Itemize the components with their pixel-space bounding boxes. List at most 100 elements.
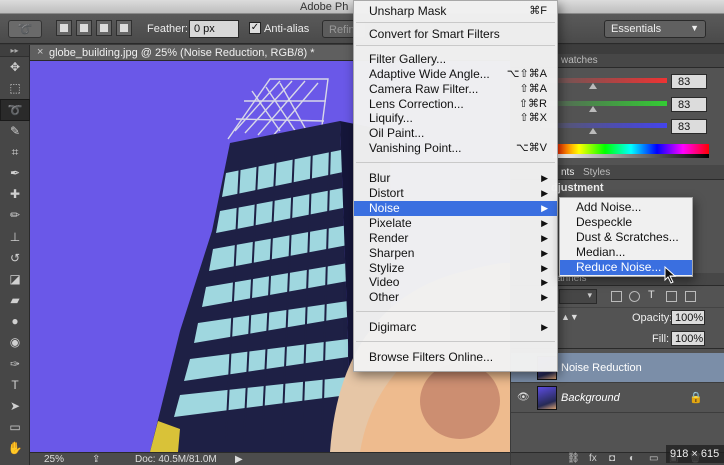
submenu-arrow-icon: ▶ [541,218,548,228]
close-icon[interactable]: × [37,46,43,58]
submenu-item-dust-scratches[interactable]: Dust & Scratches... [560,230,692,245]
color-spectrum[interactable] [553,144,709,154]
red-slider[interactable] [541,78,667,83]
adjustments-heading: djustment [551,182,604,194]
feather-label: Feather: [147,23,188,35]
intersect-selection-button[interactable] [116,20,132,36]
green-value[interactable]: 83 [671,97,707,112]
link-layers-icon[interactable]: ⛓ [567,453,580,464]
menu-item-video[interactable]: Video ▶ [354,275,557,290]
quick-select-tool-icon[interactable]: ✎ [0,121,30,142]
adjustment-filter-icon[interactable] [629,291,640,302]
layer-row-background[interactable]: 👁 Background 🔒 [511,383,724,413]
green-slider[interactable] [541,101,667,106]
type-filter-icon[interactable]: T [648,290,659,302]
adjustments-tab[interactable]: nts [561,167,574,178]
blue-slider[interactable] [541,123,667,128]
submenu-item-despeckle[interactable]: Despeckle [560,215,692,230]
opacity-input[interactable]: 100% [671,310,705,325]
zoom-level[interactable]: 25% [44,454,64,465]
layer-mask-icon[interactable]: ◘ [609,453,615,464]
anti-alias-checkbox[interactable]: ✓ [249,22,261,34]
pen-tool-icon[interactable]: ✑ [0,354,30,375]
smart-object-filter-icon[interactable] [685,291,696,302]
filter-kind-dropdown[interactable]: ▾ [559,289,597,304]
eyedropper-tool-icon[interactable]: ✒ [0,163,30,184]
shape-filter-icon[interactable] [666,291,677,302]
subtract-selection-button[interactable] [96,20,112,36]
menu-item-camera-raw-filter[interactable]: Camera Raw Filter... ⇧⌘A [354,82,557,97]
blur-tool-icon[interactable]: ● [0,311,30,332]
grayscale-ramp[interactable] [553,154,709,158]
adjustment-layer-icon[interactable]: ◐ [629,453,635,464]
menu-item-browse-filters-online[interactable]: Browse Filters Online... [354,350,557,365]
fill-input[interactable]: 100% [671,331,705,346]
blue-value[interactable]: 83 [671,119,707,134]
layer-style-icon[interactable]: fx [589,453,597,464]
menu-separator [356,45,555,46]
lasso-tool-icon[interactable]: ➰ [0,99,30,121]
path-selection-tool-icon[interactable]: ➤ [0,396,30,417]
menu-item-blur[interactable]: Blur ▶ [354,171,557,186]
share-icon[interactable]: ⇪ [92,454,100,465]
group-icon[interactable]: ▭ [649,453,658,464]
add-selection-icon [80,24,88,32]
history-brush-tool-icon[interactable]: ↺ [0,248,30,269]
shape-tool-icon[interactable]: ▭ [0,417,30,438]
add-selection-button[interactable] [76,20,92,36]
menu-separator [356,162,555,163]
menu-item-liquify[interactable]: Liquify... ⇧⌘X [354,111,557,126]
lasso-tool-preset-button[interactable]: ➰ [8,20,42,38]
gradient-tool-icon[interactable]: ▰ [0,290,30,311]
menu-item-convert-smart-filters[interactable]: Convert for Smart Filters [354,27,557,42]
marquee-tool-icon[interactable]: ⬚ [0,78,30,99]
clone-stamp-tool-icon[interactable]: ⊥ [0,227,30,248]
menu-item-stylize[interactable]: Stylize ▶ [354,261,557,276]
red-slider-knob[interactable] [589,83,597,89]
blend-mode-dropdown[interactable]: ▲▼ [561,312,579,322]
menu-item-lens-correction[interactable]: Lens Correction... ⇧⌘R [354,97,557,112]
document-title: globe_building.jpg @ 25% (Noise Reductio… [49,47,315,59]
hand-tool-icon[interactable]: ✋ [0,438,30,459]
menu-item-vanishing-point[interactable]: Vanishing Point... ⌥⌘V [354,141,557,156]
crop-tool-icon[interactable]: ⌗ [0,142,30,163]
red-value[interactable]: 83 [671,74,707,89]
menu-item-pixelate[interactable]: Pixelate ▶ [354,216,557,231]
feather-input[interactable]: 0 px [189,20,239,38]
menu-item-distort[interactable]: Distort ▶ [354,186,557,201]
tools-panel-grip[interactable]: ▸▸ [0,45,29,57]
submenu-item-median[interactable]: Median... [560,245,692,260]
status-menu-icon[interactable]: ▶ [235,454,243,465]
dodge-tool-icon[interactable]: ◉ [0,332,30,353]
submenu-arrow-icon: ▶ [541,322,548,332]
styles-tab[interactable]: Styles [583,167,610,178]
type-tool-icon[interactable]: T [0,375,30,396]
submenu-item-add-noise[interactable]: Add Noise... [560,200,692,215]
menu-item-render[interactable]: Render ▶ [354,231,557,246]
menu-item-adaptive-wide-angle[interactable]: Adaptive Wide Angle... ⌥⇧⌘A [354,67,557,82]
fill-label: Fill: [652,333,670,345]
menu-item-oil-paint[interactable]: Oil Paint... [354,126,557,141]
menu-item-other[interactable]: Other ▶ [354,290,557,305]
submenu-arrow-icon: ▶ [541,203,548,213]
healing-brush-tool-icon[interactable]: ✚ [0,184,30,205]
mouse-cursor-icon [664,266,677,284]
visibility-eye-icon[interactable]: 👁 [517,392,530,403]
opacity-label: Opacity: [632,312,673,324]
image-filter-icon[interactable] [611,291,622,302]
doc-size[interactable]: Doc: 40.5M/81.0M [135,454,217,465]
blue-slider-knob[interactable] [589,128,597,134]
submenu-arrow-icon: ▶ [541,263,548,273]
eraser-tool-icon[interactable]: ◪ [0,269,30,290]
brush-tool-icon[interactable]: ✏ [0,205,30,226]
menu-item-sharpen[interactable]: Sharpen ▶ [354,246,557,261]
move-tool-icon[interactable]: ✥ [0,57,30,78]
green-slider-knob[interactable] [589,106,597,112]
menu-item-unsharp-mask[interactable]: Unsharp Mask ⌘F [354,4,557,19]
menu-item-noise[interactable]: Noise ▶ [354,201,557,216]
menu-item-digimarc[interactable]: Digimarc ▶ [354,320,557,335]
intersect-selection-icon [120,24,128,32]
workspace-switcher[interactable]: Essentials ▼ [604,20,706,38]
menu-item-filter-gallery[interactable]: Filter Gallery... [354,52,557,67]
new-selection-button[interactable] [56,20,72,36]
